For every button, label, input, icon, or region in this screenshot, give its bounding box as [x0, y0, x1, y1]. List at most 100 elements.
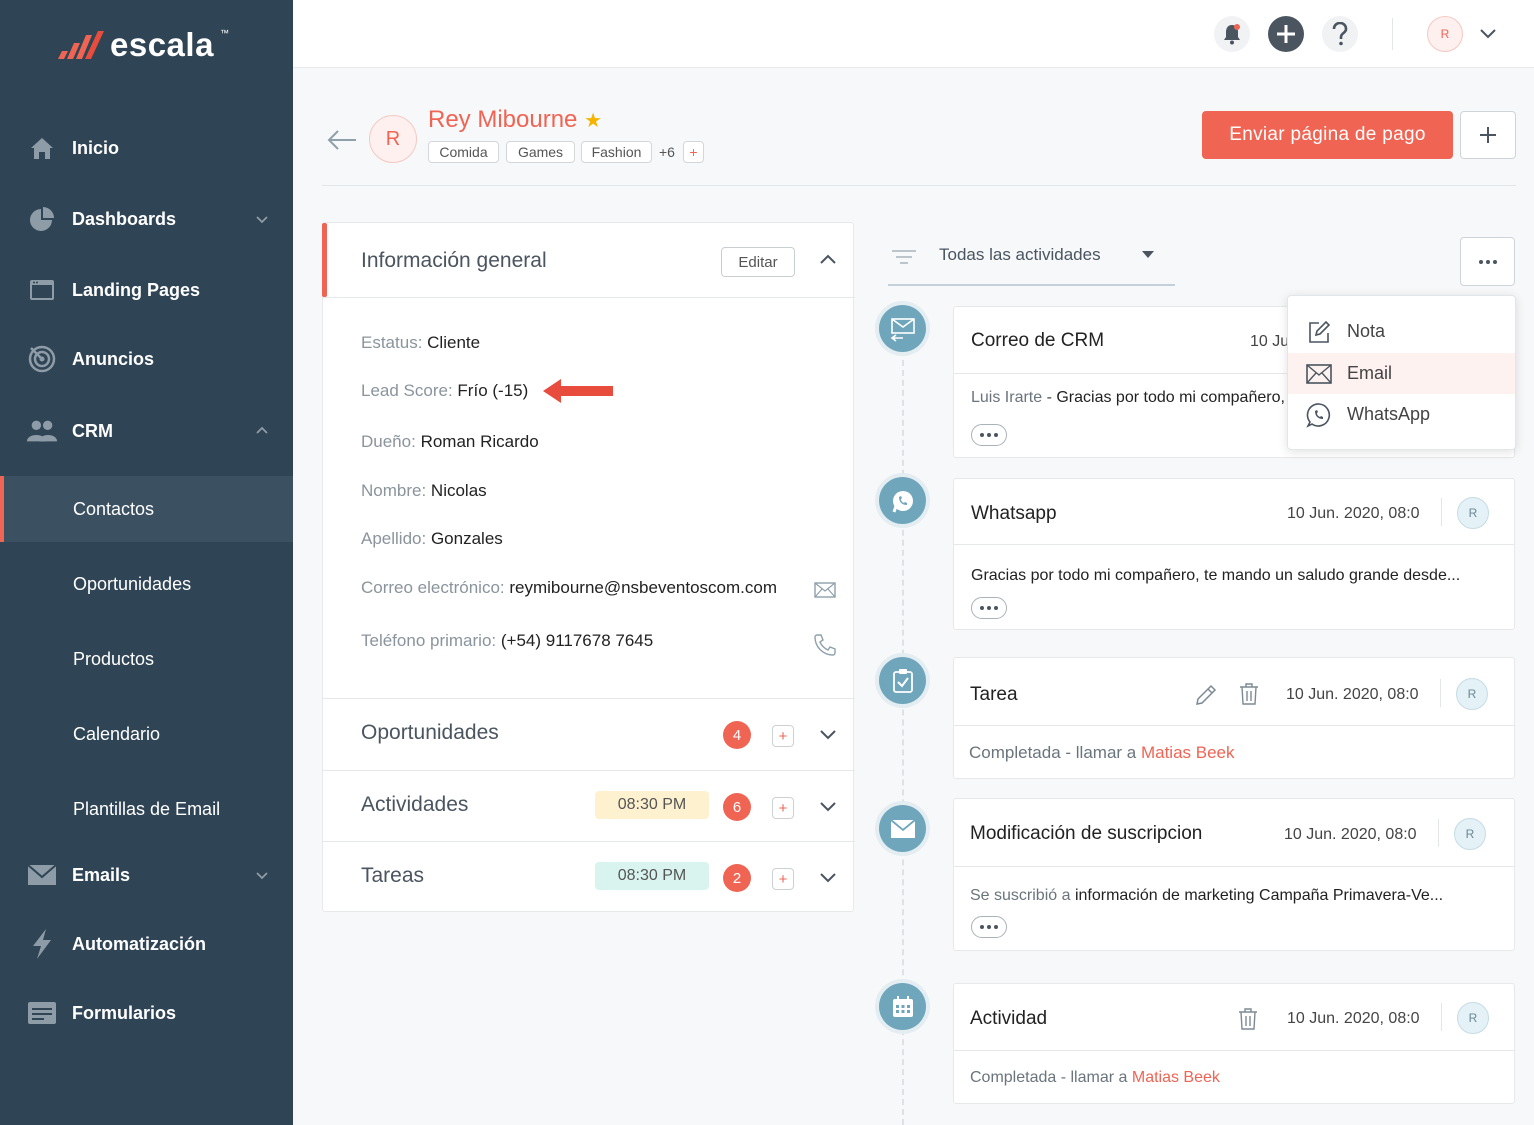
logo-text: escala — [110, 26, 214, 63]
home-icon — [26, 132, 58, 164]
contact-header: R Rey Mibourne ★ Comida Games Fashion +6… — [322, 100, 1516, 186]
sidebar-item-inicio[interactable]: Inicio — [0, 120, 293, 176]
count-badge: 6 — [723, 793, 751, 821]
envelope-icon — [1306, 361, 1332, 387]
chevron-up-icon[interactable] — [818, 251, 838, 267]
sidebar-item-dashboards[interactable]: Dashboards — [0, 191, 293, 247]
plus-icon — [1480, 127, 1496, 143]
back-arrow-icon[interactable] — [326, 128, 358, 152]
more-tags[interactable]: +6 — [659, 144, 675, 160]
author-avatar: R — [1456, 678, 1488, 710]
chevron-down-icon — [256, 216, 268, 224]
help-button[interactable] — [1322, 16, 1358, 52]
trash-icon[interactable] — [1239, 682, 1259, 706]
arrow-left-icon — [543, 379, 613, 403]
new-activity-dropdown: Nota Email WhatsApp — [1287, 295, 1516, 450]
field-apellido: Apellido: Gonzales — [361, 529, 503, 548]
time-pill: 08:30 PM — [595, 791, 709, 819]
field-lead-score: Lead Score: Frío (-15) — [361, 381, 529, 400]
lightning-icon — [26, 928, 58, 960]
sidebar-item-oportunidades[interactable]: Oportunidades — [0, 551, 293, 617]
sidebar-item-crm[interactable]: CRM — [0, 403, 293, 459]
edit-button[interactable]: Editar — [721, 247, 795, 277]
header-plus-button[interactable] — [1460, 111, 1516, 159]
add-tag-button[interactable]: + — [683, 141, 704, 163]
dropdown-item-nota[interactable]: Nota — [1288, 311, 1515, 352]
chevron-down-icon[interactable] — [819, 869, 837, 887]
calendar-icon — [879, 983, 926, 1030]
activity-card-suscripcion[interactable]: Modificación de suscripcion 10 Jun. 2020… — [953, 798, 1515, 951]
notifications-button[interactable] — [1214, 16, 1250, 52]
envelope-icon[interactable] — [814, 582, 836, 598]
chevron-down-icon[interactable] — [819, 726, 837, 744]
add-oportunidad-button[interactable]: + — [772, 725, 794, 747]
panel-accent — [322, 223, 327, 297]
user-avatar[interactable]: R — [1427, 16, 1463, 52]
expand-button[interactable] — [971, 597, 1007, 619]
activity-card-actividad[interactable]: Actividad 10 Jun. 2020, 08:0 R Completad… — [953, 983, 1515, 1104]
logo[interactable]: escala ™ — [58, 26, 229, 64]
person-link[interactable]: Matias Beek — [1141, 743, 1235, 762]
add-actividad-button[interactable]: + — [772, 797, 794, 819]
sidebar-item-formularios[interactable]: Formularios — [0, 985, 293, 1041]
users-icon — [26, 415, 58, 447]
sidebar-item-calendario[interactable]: Calendario — [0, 701, 293, 767]
logo-mark-icon — [58, 31, 104, 59]
create-button[interactable] — [1268, 16, 1304, 52]
more-options-button[interactable] — [1460, 237, 1515, 286]
chevron-down-icon[interactable] — [1478, 27, 1498, 41]
envelope-icon — [879, 805, 926, 852]
chevron-down-icon — [256, 872, 268, 880]
field-nombre: Nombre: Nicolas — [361, 481, 487, 500]
sidebar-item-landing-pages[interactable]: Landing Pages — [0, 262, 293, 318]
sidebar-item-plantillas-email[interactable]: Plantillas de Email — [0, 776, 293, 842]
tag-fashion[interactable]: Fashion — [581, 141, 652, 163]
expand-button[interactable] — [971, 916, 1007, 938]
filter-icon — [892, 250, 916, 264]
bell-icon — [1224, 24, 1240, 45]
help-icon — [1332, 22, 1348, 46]
pie-chart-icon — [26, 203, 58, 235]
sidebar-item-automatizacion[interactable]: Automatización — [0, 916, 293, 972]
sidebar-item-productos[interactable]: Productos — [0, 626, 293, 692]
trash-icon[interactable] — [1238, 1007, 1258, 1031]
dropdown-item-email[interactable]: Email — [1288, 353, 1515, 394]
activity-body: Se suscribió a información de marketing … — [970, 887, 1444, 904]
author-avatar: R — [1454, 818, 1486, 850]
section-tareas[interactable]: Tareas 08:30 PM 2 + — [323, 841, 855, 912]
pencil-icon[interactable] — [1194, 683, 1218, 707]
chevron-down-icon[interactable] — [819, 798, 837, 816]
tag-comida[interactable]: Comida — [428, 141, 499, 163]
section-oportunidades[interactable]: Oportunidades 4 + — [323, 698, 855, 769]
activity-body: Luis Irarte - Gracias por todo mi compañ… — [971, 389, 1291, 406]
activity-filter[interactable]: Todas las actividades — [888, 236, 1175, 286]
add-tarea-button[interactable]: + — [772, 868, 794, 890]
activity-body: Completada - llamar a Matias Beek — [970, 1069, 1220, 1086]
tag-games[interactable]: Games — [506, 141, 575, 163]
person-link[interactable]: Matias Beek — [1132, 1069, 1220, 1086]
section-actividades[interactable]: Actividades 08:30 PM 6 + — [323, 770, 855, 841]
send-payment-page-button[interactable]: Enviar página de pago — [1202, 111, 1453, 159]
plus-circle-icon — [1268, 16, 1304, 52]
whatsapp-icon — [879, 477, 926, 524]
sidebar-item-anuncios[interactable]: Anuncios — [0, 331, 293, 387]
activity-card-whatsapp[interactable]: Whatsapp 10 Jun. 2020, 08:0 R Gracias po… — [953, 478, 1515, 630]
field-estatus: Estatus: Cliente — [361, 333, 481, 352]
email-received-icon — [879, 305, 926, 352]
star-icon[interactable]: ★ — [584, 110, 602, 132]
dropdown-item-whatsapp[interactable]: WhatsApp — [1288, 394, 1515, 435]
info-title: Información general — [361, 249, 547, 272]
topbar: R — [293, 0, 1534, 68]
logo-tm: ™ — [219, 28, 229, 38]
sidebar-item-contactos[interactable]: Contactos — [0, 476, 293, 542]
info-panel: Información general Editar Estatus: Clie… — [322, 222, 855, 912]
count-badge: 4 — [723, 721, 751, 749]
browser-window-icon — [26, 274, 58, 306]
field-telefono: Teléfono primario: (+54) 9117678 7645 — [361, 631, 654, 650]
expand-button[interactable] — [971, 424, 1007, 446]
activity-card-tarea[interactable]: Tarea 10 Jun. 2020, 08:0 R Completada - … — [953, 657, 1515, 779]
sidebar-item-emails[interactable]: Emails — [0, 847, 293, 903]
target-icon — [26, 343, 58, 375]
envelope-icon — [26, 859, 58, 891]
phone-icon[interactable] — [813, 633, 837, 657]
